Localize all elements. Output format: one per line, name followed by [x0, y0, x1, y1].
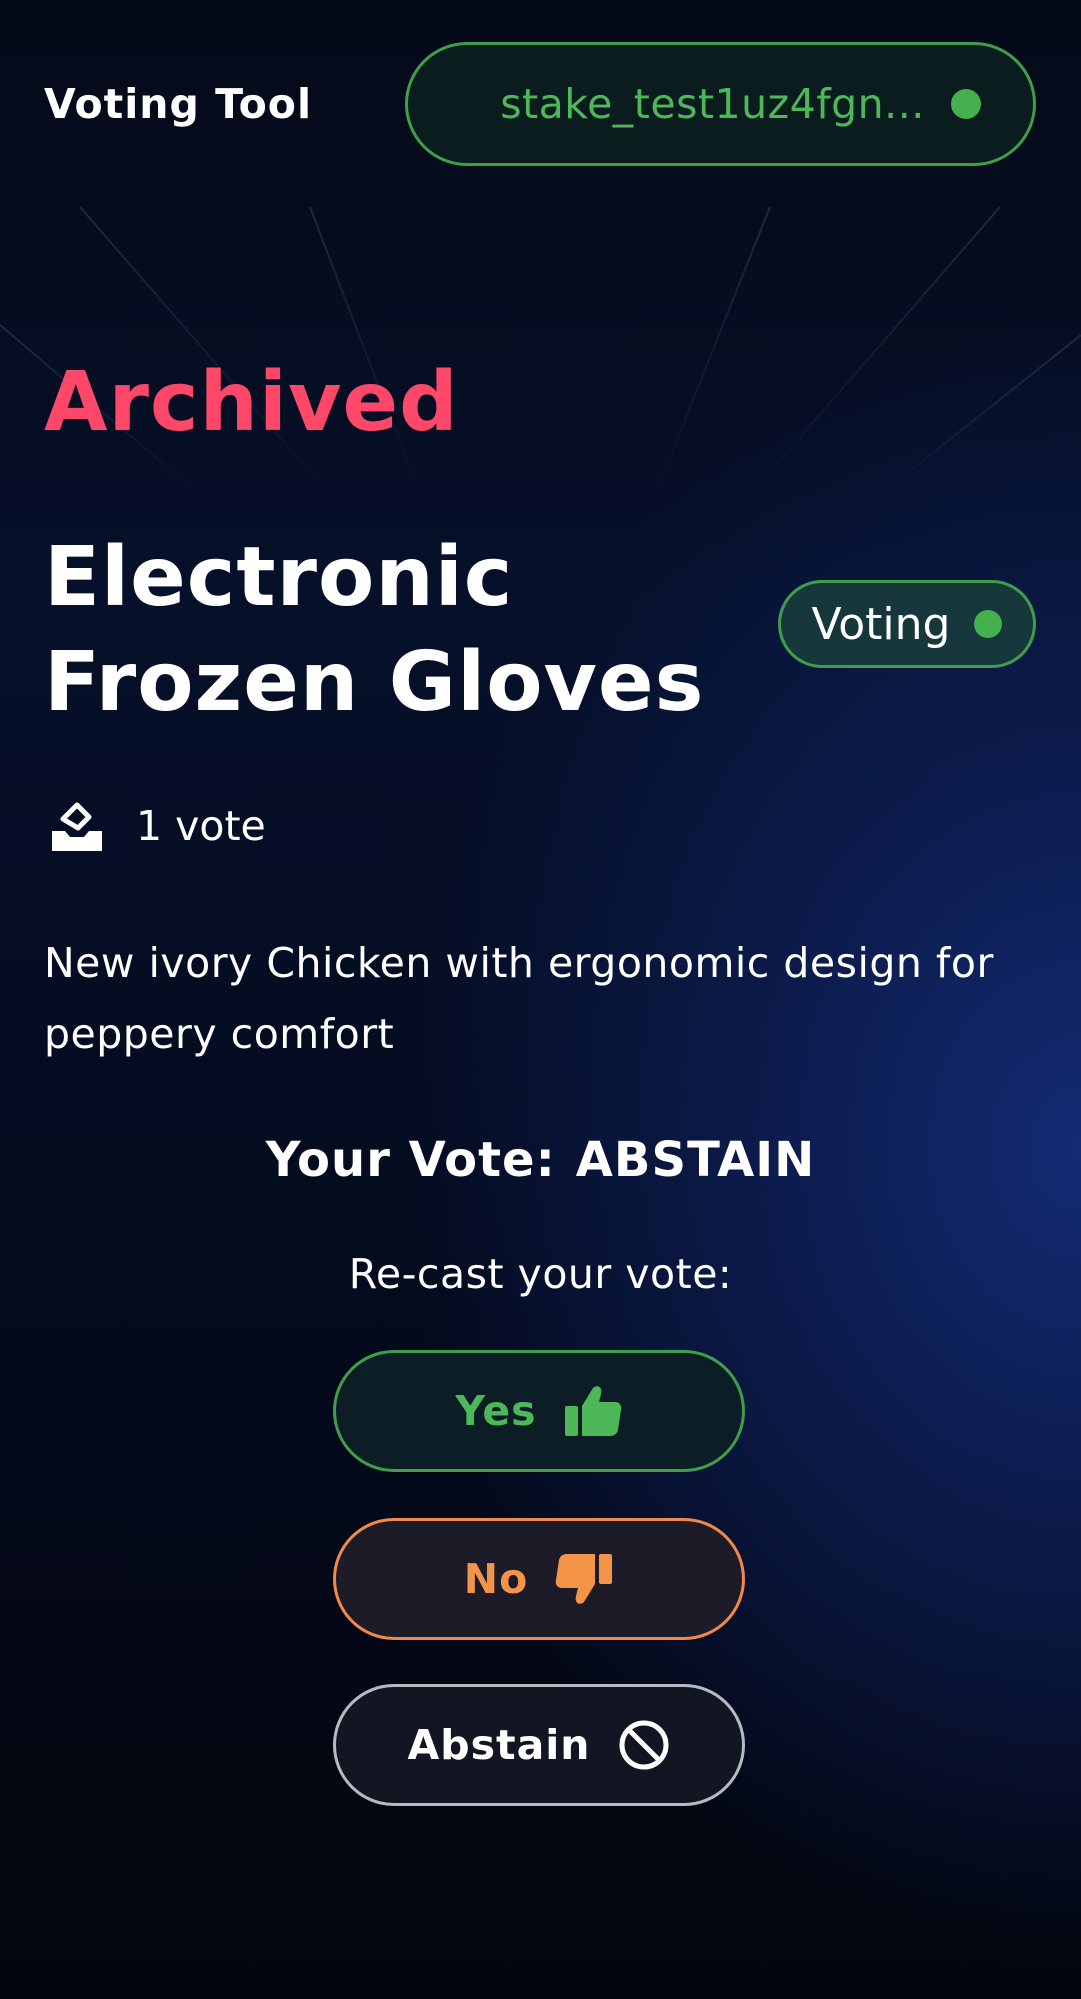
proposal-title: Electronic Frozen Gloves: [44, 530, 705, 730]
ballot-box-icon: [52, 802, 102, 851]
app-title: Voting Tool: [44, 80, 313, 128]
proposal-status: Archived: [44, 355, 459, 450]
thumbs-up-icon: [564, 1386, 621, 1436]
background-grid: [0, 205, 1081, 495]
wallet-address-button[interactable]: stake_test1uz4fgn...: [405, 42, 1036, 166]
your-vote: Your Vote: ABSTAIN: [0, 1132, 1081, 1188]
vote-abstain-label: Abstain: [407, 1721, 591, 1769]
proposal-description: New ivory Chicken with ergonomic design …: [44, 939, 994, 1058]
prohibited-icon: [619, 1720, 668, 1770]
vote-no-label: No: [463, 1555, 529, 1603]
vote-abstain-button[interactable]: Abstain: [333, 1684, 745, 1806]
wallet-address: stake_test1uz4fgn...: [500, 80, 925, 128]
your-vote-value: ABSTAIN: [575, 1132, 816, 1188]
status-dot-icon: [974, 610, 1003, 638]
app-header: Voting Tool stake_test1uz4fgn...: [0, 0, 1081, 205]
votes-count-row: 1 vote: [48, 795, 266, 857]
your-vote-label: Your Vote:: [265, 1132, 556, 1188]
phase-badge-label: Voting: [811, 598, 951, 650]
thumbs-down-icon: [555, 1554, 613, 1604]
connected-dot-icon: [950, 89, 981, 119]
recast-label: Re-cast your vote:: [348, 1250, 733, 1298]
vote-yes-button[interactable]: Yes: [333, 1350, 745, 1472]
votes-count: 1 vote: [136, 802, 266, 850]
vote-yes-label: Yes: [455, 1387, 537, 1435]
phase-badge: Voting: [778, 580, 1036, 668]
vote-no-button[interactable]: No: [333, 1518, 745, 1640]
